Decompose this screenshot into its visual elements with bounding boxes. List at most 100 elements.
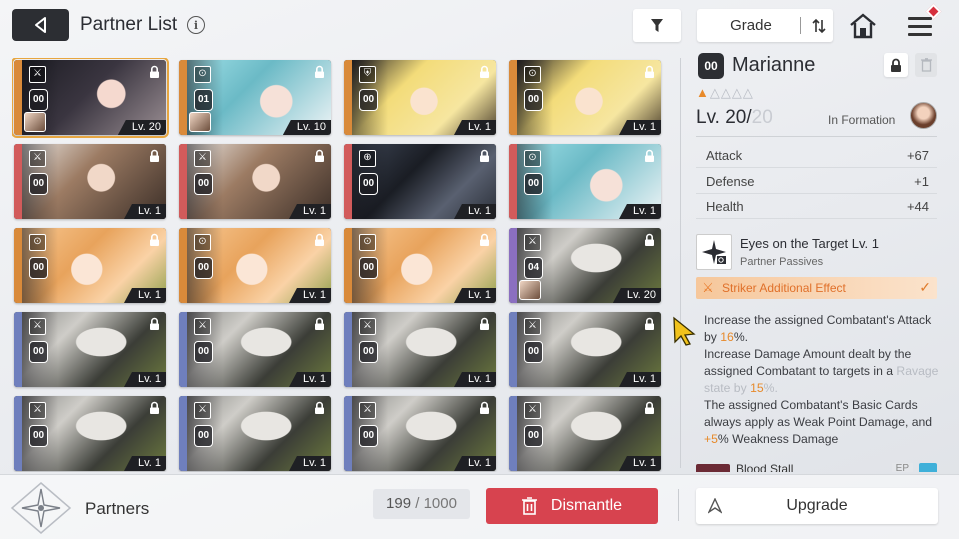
upgrade-button[interactable]: Upgrade: [696, 488, 938, 524]
home-button[interactable]: [847, 10, 879, 42]
limit-break-badge: 00: [29, 173, 48, 195]
dismantle-button[interactable]: Dismantle: [486, 488, 658, 524]
count-separator: /: [411, 495, 424, 512]
stat-value: +1: [914, 174, 929, 189]
role-icon: ⚔: [29, 318, 46, 335]
partner-card[interactable]: ⚔ 00 Lv. 1: [179, 312, 331, 387]
role-icon: ⊙: [524, 150, 541, 167]
back-button[interactable]: [12, 9, 69, 41]
rarity-stripe: [14, 60, 22, 135]
next-partner-thumbnail: [696, 464, 730, 472]
filter-button[interactable]: [633, 9, 681, 42]
partner-card[interactable]: ⚔ 00 Lv. 1: [14, 396, 166, 471]
next-partner-tag: EP: [891, 463, 913, 472]
effect-description: Increase the assigned Combatant's Attack…: [704, 312, 944, 448]
next-partner-row[interactable]: Blood Stall EP: [696, 460, 937, 472]
role-icon: ⚔: [359, 318, 376, 335]
role-icon: ⚔: [29, 402, 46, 419]
role-icon: ⊙: [194, 66, 211, 83]
role-icon: ⚔: [524, 402, 541, 419]
limit-break-badge: 00: [29, 425, 48, 447]
partner-card[interactable]: ⚔ 00 Lv. 1: [14, 312, 166, 387]
partner-card[interactable]: ⚔ 00 Lv. 1: [509, 312, 661, 387]
rarity-stripe: [509, 144, 517, 219]
partner-card[interactable]: ⊙ 01 Lv. 10: [179, 60, 331, 135]
effect-label: Striker Additional Effect: [722, 281, 846, 295]
role-icon: ⚔: [194, 318, 211, 335]
next-partner-name: Blood Stall: [736, 462, 794, 472]
lock-icon: [480, 401, 489, 414]
effect-text-dim: %.: [763, 381, 778, 395]
partner-level: Lv. 10: [282, 120, 331, 135]
stat-label: Health: [706, 199, 744, 214]
rarity-stripe: [179, 144, 187, 219]
partner-card[interactable]: ⊙ 00 Lv. 1: [14, 228, 166, 303]
partner-card[interactable]: ⚔ 00 Lv. 1: [179, 396, 331, 471]
partner-card[interactable]: ⚔ 04 Lv. 20: [509, 228, 661, 303]
stats-divider: [696, 136, 937, 137]
limit-break-badge: 00: [194, 173, 213, 195]
section-label: Partners: [85, 499, 150, 518]
role-icon: ⚔: [524, 234, 541, 251]
stat-value: +67: [906, 148, 929, 163]
effect-header[interactable]: ⚔ Striker Additional Effect ✓: [696, 277, 937, 299]
partner-card[interactable]: ⚔ 00 Lv. 1: [344, 312, 496, 387]
menu-bar: [908, 17, 932, 20]
info-icon[interactable]: i: [187, 16, 205, 34]
partner-card[interactable]: ⚔ 00 Lv. 1: [179, 144, 331, 219]
limit-break-badge: 00: [359, 173, 378, 195]
lock-icon: [150, 317, 159, 330]
lock-icon: [645, 233, 654, 246]
partner-card[interactable]: ⚔ 00 Lv. 1: [344, 396, 496, 471]
home-icon: [850, 13, 876, 39]
rarity-stripe: [179, 60, 187, 135]
limit-break-badge: 00: [359, 425, 378, 447]
page-title: Partner List: [80, 14, 178, 35]
limit-break-badge: 00: [359, 257, 378, 279]
rarity-stripe: [14, 228, 22, 303]
partner-card[interactable]: ⊙ 00 Lv. 1: [509, 144, 661, 219]
partner-card[interactable]: ⊙ 00 Lv. 1: [344, 228, 496, 303]
partner-card[interactable]: ⛨ 00 Lv. 1: [344, 60, 496, 135]
sort-divider: [800, 17, 801, 34]
rarity-stripe: [344, 312, 352, 387]
partner-card[interactable]: ⚔ 00 Lv. 1: [509, 396, 661, 471]
target-burst-icon: [702, 240, 726, 264]
rarity-stripe: [509, 312, 517, 387]
partner-name: Marianne: [732, 54, 816, 76]
lock-icon: [315, 317, 324, 330]
lock-icon: [315, 401, 324, 414]
compass-emblem-icon: [10, 482, 72, 534]
limit-break-badge: 00: [29, 257, 48, 279]
formation-combatant-avatar[interactable]: [910, 102, 937, 129]
grade-star-icon: △: [742, 85, 753, 100]
limit-break-badge: 00: [194, 425, 213, 447]
partner-card[interactable]: ⚔ 00 Lv. 20: [12, 58, 169, 138]
partner-detail-panel: 00 Marianne ▲ △ △ △ △ Lv. 20/20 In Formation…: [680, 50, 959, 472]
role-icon: ⊕: [359, 150, 376, 167]
rarity-stripe: [14, 396, 22, 471]
sort-label[interactable]: Grade: [697, 9, 805, 42]
rarity-stripe: [509, 396, 517, 471]
count-current: 199: [386, 495, 412, 512]
rarity-stripe: [14, 312, 22, 387]
rarity-stripe: [509, 228, 517, 303]
partner-card[interactable]: ⊙ 00 Lv. 1: [179, 228, 331, 303]
partner-card[interactable]: ⊕ 00 Lv. 1: [344, 144, 496, 219]
top-bar: Partner List i Grade: [0, 0, 959, 50]
partner-card[interactable]: ⚔ 00 Lv. 1: [14, 144, 166, 219]
discard-button[interactable]: [915, 53, 937, 77]
limit-break-badge: 00: [29, 89, 48, 111]
sort-selector[interactable]: Grade: [697, 9, 833, 42]
partner-level: Lv. 20: [117, 120, 166, 135]
sort-order-toggle[interactable]: [804, 9, 833, 42]
upgrade-label: Upgrade: [786, 497, 848, 514]
partner-card[interactable]: ⊙ 00 Lv. 1: [509, 60, 661, 135]
level-current: Lv. 20: [696, 107, 747, 128]
grade-star-icon: △: [709, 85, 720, 100]
stat-row-health: Health +44: [696, 194, 937, 219]
main-menu-button[interactable]: [905, 3, 942, 42]
limit-break-badge: 04: [524, 257, 543, 279]
lock-button[interactable]: [884, 53, 908, 77]
skill-icon-button[interactable]: [696, 234, 732, 270]
